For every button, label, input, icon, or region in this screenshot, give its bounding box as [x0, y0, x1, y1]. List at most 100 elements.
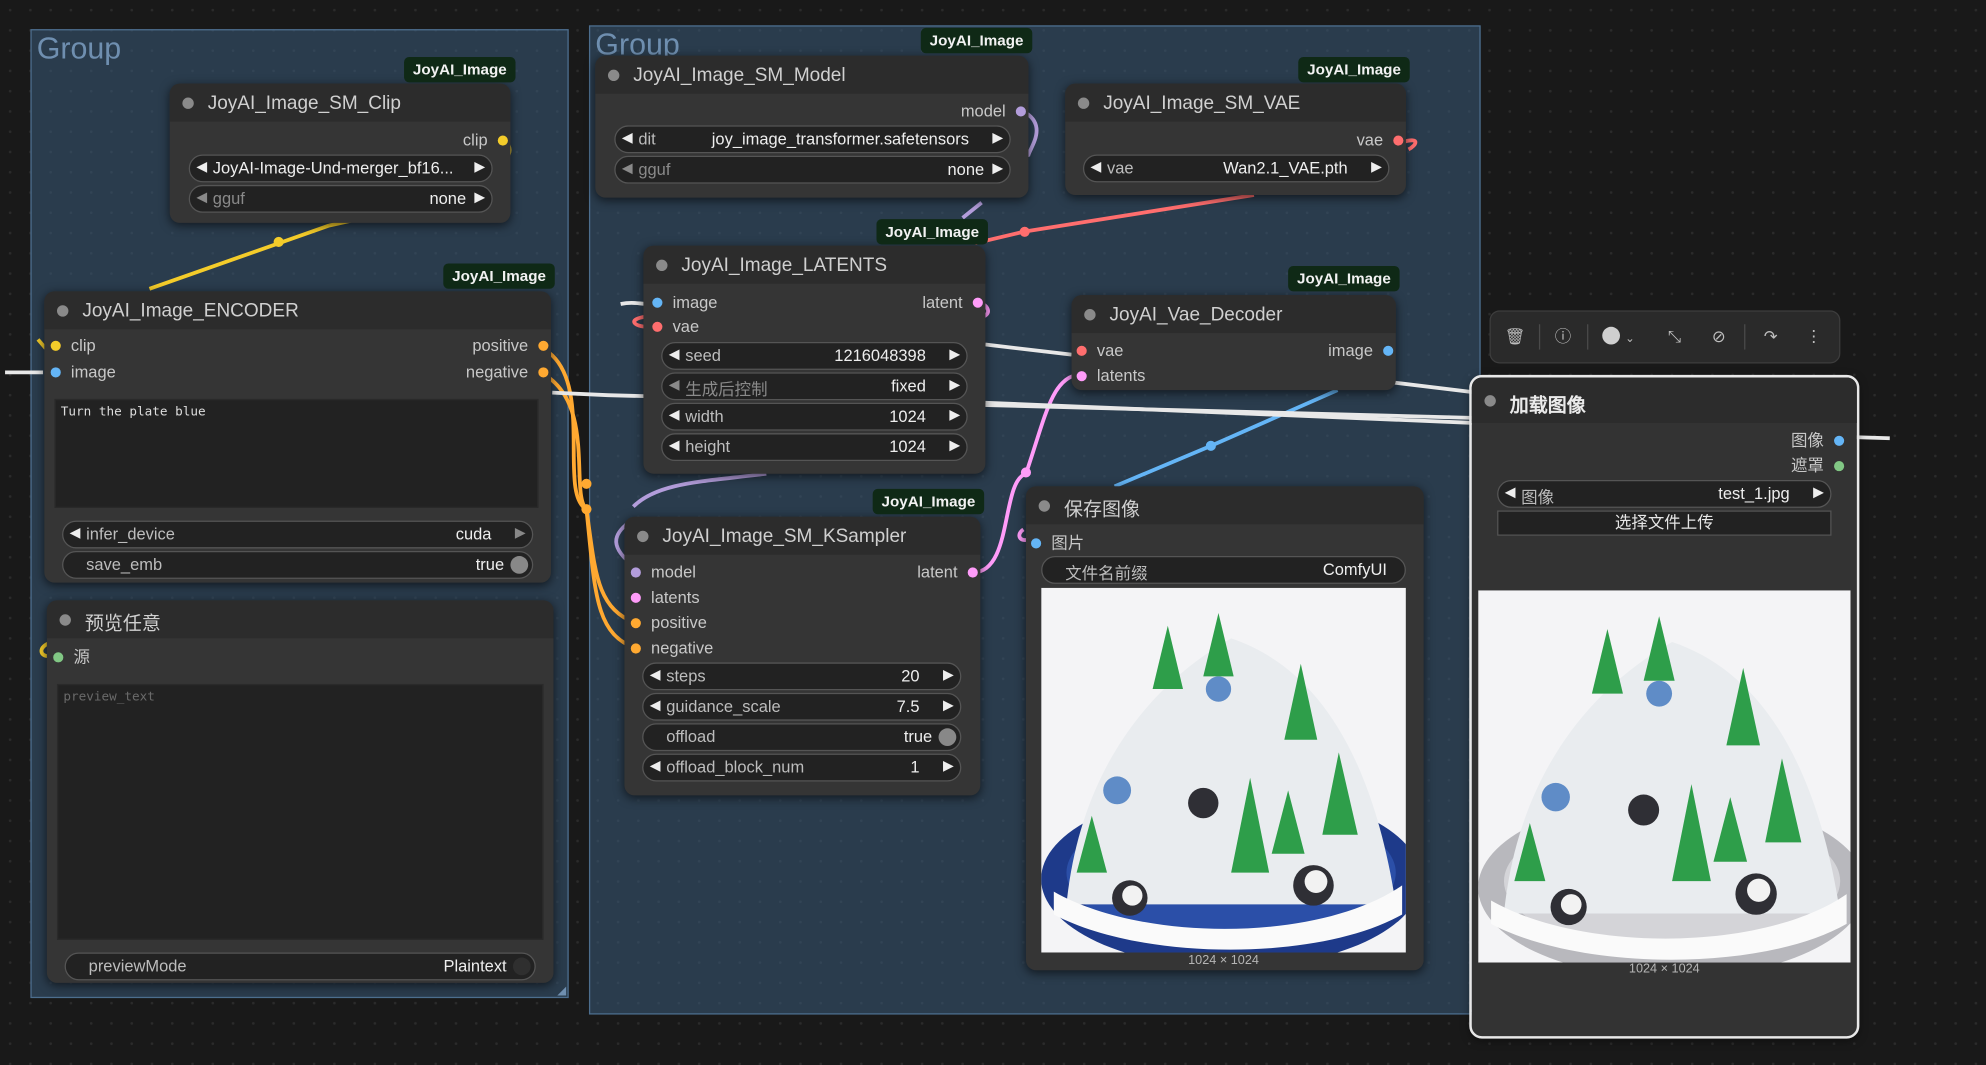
- arrow-left-icon[interactable]: ◀: [669, 376, 680, 392]
- node-encoder-header[interactable]: JoyAI_Image_ENCODER: [44, 291, 551, 330]
- arrow-right-icon[interactable]: ▶: [943, 697, 954, 713]
- output-image[interactable]: image: [1328, 341, 1396, 361]
- slot-dot-icon[interactable]: [630, 592, 641, 603]
- slot-dot-icon[interactable]: [972, 297, 983, 308]
- arrow-left-icon[interactable]: ◀: [669, 346, 680, 362]
- widget-height[interactable]: ◀ height 1024 ▶: [661, 433, 968, 462]
- slot-dot-icon[interactable]: [497, 135, 508, 146]
- redo-icon[interactable]: ↷: [1759, 326, 1782, 349]
- slot-dot-icon[interactable]: [630, 643, 641, 654]
- arrow-right-icon[interactable]: ▶: [949, 407, 960, 423]
- arrow-left-icon[interactable]: ◀: [1505, 484, 1516, 500]
- slot-dot-icon[interactable]: [1076, 371, 1087, 382]
- slot-dot-icon[interactable]: [1031, 538, 1042, 549]
- output-image[interactable]: 图像: [1791, 431, 1847, 451]
- node-latents[interactable]: JoyAI_Image_LATENTS image vae latent ◀ s…: [643, 245, 986, 474]
- collapse-dot-icon[interactable]: [1484, 395, 1496, 407]
- toggle-knob-icon[interactable]: [510, 556, 529, 574]
- color-picker-icon[interactable]: ⌄: [1597, 326, 1640, 349]
- collapse-dot-icon[interactable]: [182, 97, 194, 109]
- arrow-right-icon[interactable]: ▶: [515, 524, 526, 541]
- input-clip[interactable]: clip: [48, 336, 96, 356]
- bypass-icon[interactable]: ⊘: [1707, 326, 1730, 349]
- widget-width[interactable]: ◀ width 1024 ▶: [661, 402, 968, 431]
- node-sm-model-header[interactable]: JoyAI_Image_SM_Model: [595, 55, 1029, 94]
- node-ksampler[interactable]: JoyAI_Image_SM_KSampler model latents po…: [624, 516, 981, 796]
- output-image-preview[interactable]: [1041, 587, 1406, 953]
- node-preview-header[interactable]: 预览任意: [46, 600, 554, 639]
- input-image[interactable]: image: [650, 293, 717, 313]
- arrow-left-icon[interactable]: ◀: [70, 524, 81, 541]
- input-source[interactable]: 源: [51, 647, 90, 667]
- widget-control-after[interactable]: ◀ 生成后控制 fixed ▶: [661, 372, 968, 401]
- preview-textarea[interactable]: preview_text: [56, 683, 544, 940]
- widget-steps[interactable]: ◀ steps 20 ▶: [642, 662, 962, 691]
- node-ksampler-header[interactable]: JoyAI_Image_SM_KSampler: [624, 516, 981, 555]
- node-load-image[interactable]: 加载图像 图像 遮罩 ◀ 图像 test_1.jpg ▶ 选择文件上传 1024…: [1469, 374, 1860, 1039]
- info-icon[interactable]: ⓘ: [1552, 326, 1575, 349]
- toggle-knob-icon[interactable]: [938, 728, 957, 747]
- slot-dot-icon[interactable]: [630, 618, 641, 629]
- prompt-textarea[interactable]: Turn the plate blue: [54, 398, 539, 508]
- input-latents[interactable]: latents: [628, 588, 700, 608]
- upload-button[interactable]: 选择文件上传: [1497, 510, 1832, 536]
- collapse-dot-icon[interactable]: [59, 614, 71, 626]
- input-negative[interactable]: negative: [628, 638, 713, 658]
- slot-dot-icon[interactable]: [538, 340, 549, 351]
- output-positive[interactable]: positive: [472, 336, 551, 356]
- trash-icon[interactable]: 🗑: [1503, 326, 1526, 349]
- arrow-right-icon[interactable]: ▶: [474, 189, 485, 205]
- arrow-left-icon[interactable]: ◀: [622, 160, 633, 176]
- slot-dot-icon[interactable]: [1383, 345, 1394, 356]
- widget-model-gguf[interactable]: ◀ gguf none ▶: [614, 155, 1011, 184]
- widget-offload-block-num[interactable]: ◀ offload_block_num 1 ▶: [642, 753, 962, 782]
- node-vae-decoder-header[interactable]: JoyAI_Vae_Decoder: [1071, 295, 1396, 334]
- output-latent[interactable]: latent: [922, 293, 985, 313]
- more-options-icon[interactable]: ⋮: [1802, 326, 1825, 349]
- arrow-left-icon[interactable]: ◀: [650, 757, 661, 774]
- arrow-left-icon[interactable]: ◀: [669, 437, 680, 453]
- arrow-left-icon[interactable]: ◀: [1091, 158, 1102, 175]
- collapse-dot-icon[interactable]: [607, 69, 620, 82]
- slot-dot-icon[interactable]: [1834, 435, 1845, 446]
- output-mask[interactable]: 遮罩: [1791, 456, 1847, 476]
- input-model[interactable]: model: [628, 562, 696, 582]
- input-image[interactable]: image: [48, 362, 116, 382]
- toggle-knob-icon[interactable]: [512, 957, 531, 976]
- collapse-dot-icon[interactable]: [656, 259, 668, 272]
- widget-model-dit[interactable]: ◀ dit joy_image_transformer.safetensors …: [614, 125, 1011, 154]
- widget-vae-file[interactable]: ◀ vae Wan2.1_VAE.pth ▶: [1082, 154, 1390, 183]
- widget-infer-device[interactable]: ◀ infer_device cuda ▶: [62, 520, 534, 549]
- arrow-left-icon[interactable]: ◀: [650, 666, 661, 682]
- arrow-right-icon[interactable]: ▶: [992, 160, 1003, 176]
- widget-guidance-scale[interactable]: ◀ guidance_scale 7.5 ▶: [642, 692, 962, 721]
- widget-clip-gguf[interactable]: ◀ gguf none ▶: [188, 184, 493, 213]
- input-vae[interactable]: vae: [1074, 341, 1123, 361]
- widget-preview-mode[interactable]: previewMode Plaintext: [64, 952, 536, 981]
- slot-dot-icon[interactable]: [1393, 135, 1404, 146]
- widget-offload[interactable]: offload true: [642, 723, 962, 752]
- node-preview-any[interactable]: 预览任意 源 preview_text previewMode Plaintex…: [46, 600, 554, 983]
- arrow-right-icon[interactable]: ▶: [943, 757, 954, 774]
- output-negative[interactable]: negative: [466, 362, 551, 382]
- arrow-left-icon[interactable]: ◀: [196, 158, 207, 175]
- node-sm-vae[interactable]: JoyAI_Image_SM_VAE vae ◀ vae Wan2.1_VAE.…: [1065, 83, 1406, 196]
- input-positive[interactable]: positive: [628, 613, 707, 633]
- arrow-left-icon[interactable]: ◀: [650, 697, 661, 713]
- collapse-icon[interactable]: ⤡: [1663, 326, 1686, 349]
- node-sm-clip[interactable]: JoyAI_Image_SM_Clip clip ◀ JoyAI-Image-U…: [169, 83, 511, 223]
- slot-dot-icon[interactable]: [53, 652, 64, 663]
- node-sm-vae-header[interactable]: JoyAI_Image_SM_VAE: [1065, 83, 1406, 122]
- arrow-right-icon[interactable]: ▶: [1371, 158, 1382, 175]
- node-save-image[interactable]: 保存图像 图片 文件名前缀 ComfyUI 1024 × 1024: [1025, 486, 1424, 971]
- arrow-right-icon[interactable]: ▶: [1813, 484, 1824, 500]
- node-sm-model[interactable]: JoyAI_Image_SM_Model model ◀ dit joy_ima…: [595, 55, 1029, 198]
- slot-dot-icon[interactable]: [1834, 461, 1845, 472]
- input-latents[interactable]: latents: [1074, 366, 1145, 386]
- arrow-right-icon[interactable]: ▶: [992, 129, 1003, 145]
- widget-save-emb[interactable]: save_emb true: [62, 550, 534, 579]
- input-vae[interactable]: vae: [650, 317, 699, 337]
- slot-dot-icon[interactable]: [1015, 106, 1026, 117]
- slot-dot-icon[interactable]: [652, 321, 663, 332]
- collapse-dot-icon[interactable]: [1084, 309, 1096, 321]
